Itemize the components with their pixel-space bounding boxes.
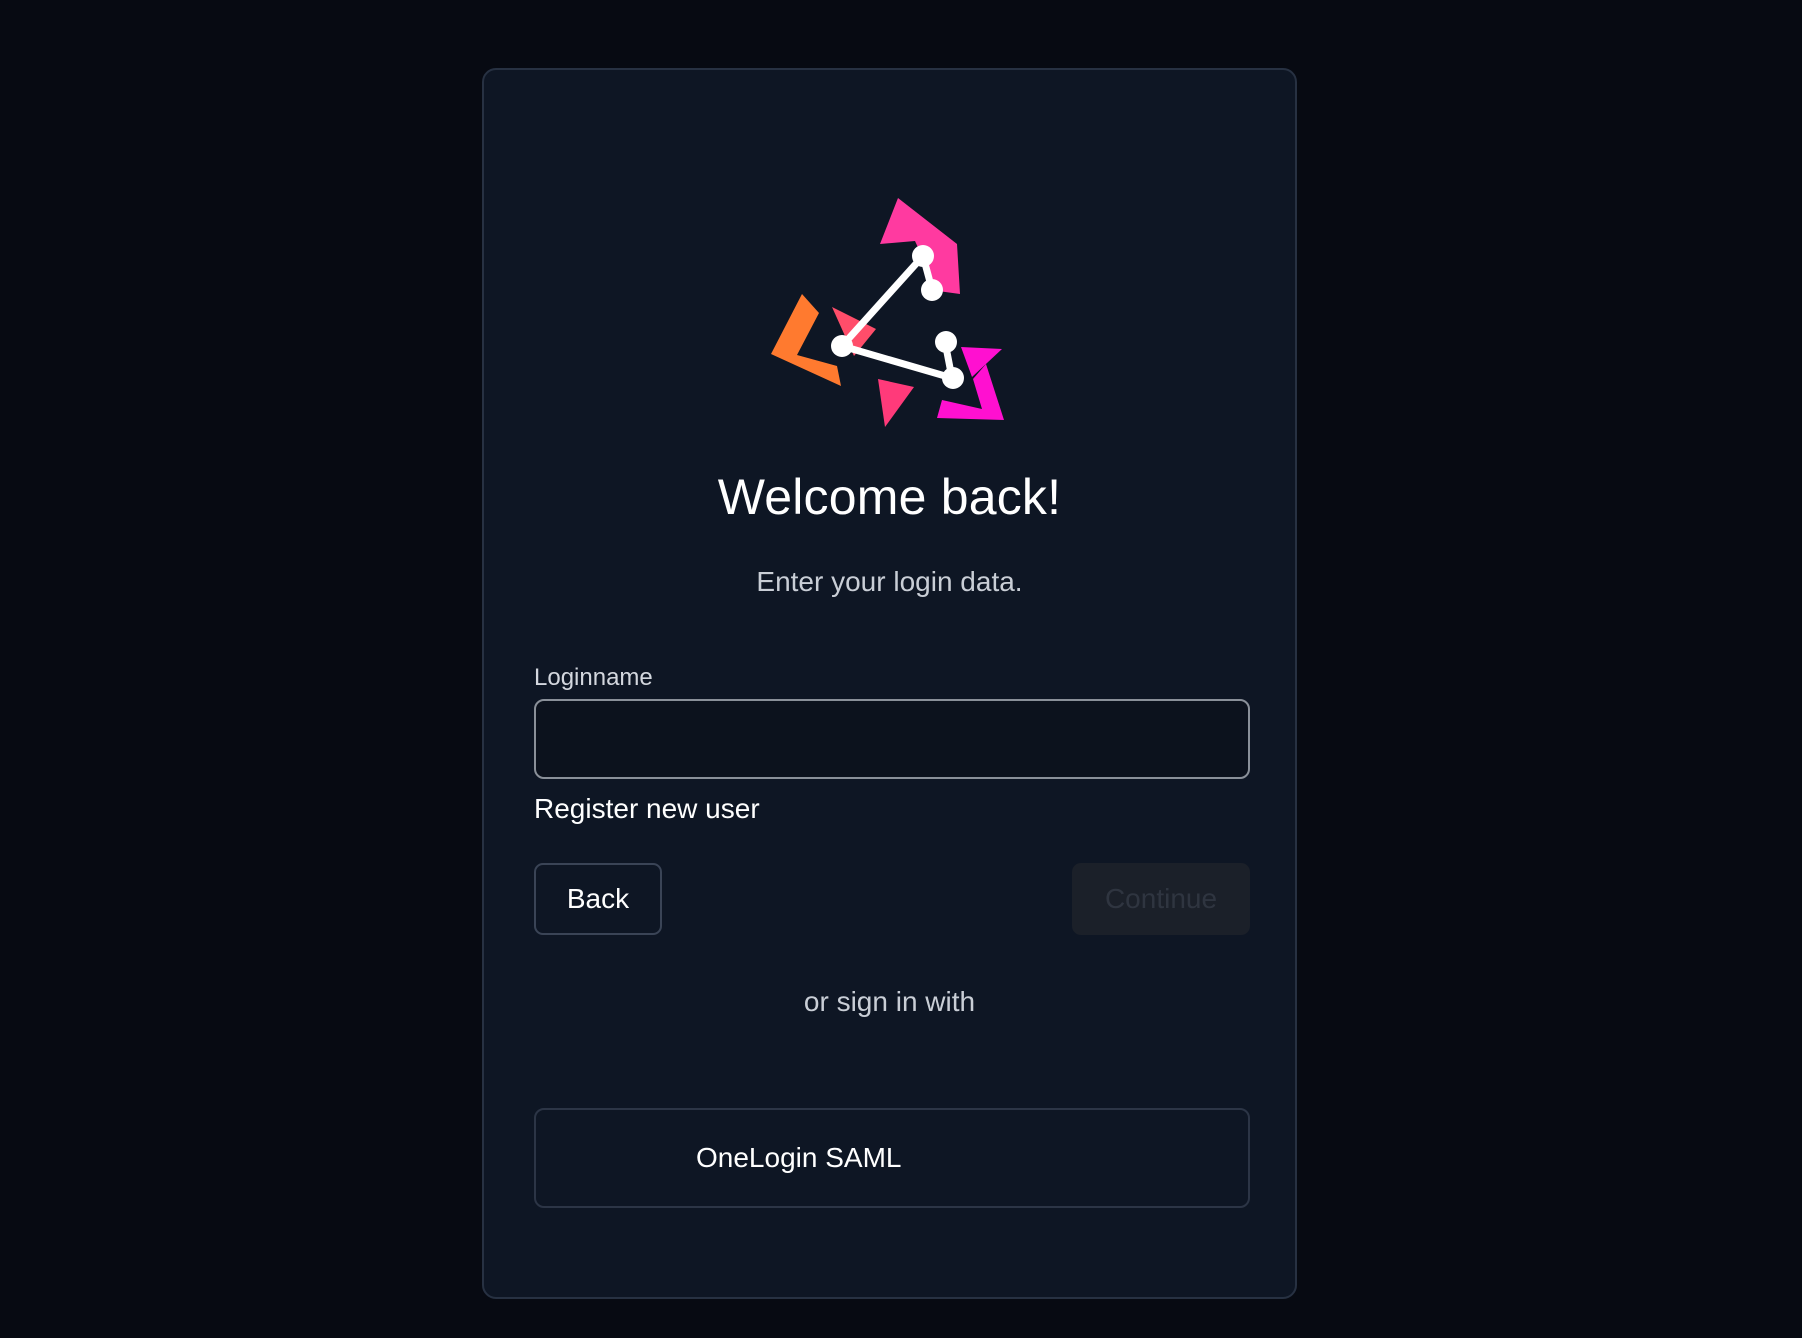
loginname-input[interactable]: [534, 699, 1250, 779]
register-new-user-link[interactable]: Register new user: [534, 793, 760, 825]
back-button[interactable]: Back: [534, 863, 662, 935]
sign-in-with-divider: or sign in with: [803, 986, 976, 1017]
page-subtitle: Enter your login data.: [756, 566, 1023, 597]
login-card: Welcome back! Enter your login data. Log…: [482, 68, 1297, 1299]
loginname-label: Loginname: [534, 664, 653, 691]
continue-button[interactable]: Continue: [1072, 863, 1250, 935]
brand-logo: [771, 198, 1004, 427]
onelogin-saml-button[interactable]: OneLogin SAML: [534, 1108, 1250, 1208]
page-title: Welcome back!: [717, 469, 1062, 525]
